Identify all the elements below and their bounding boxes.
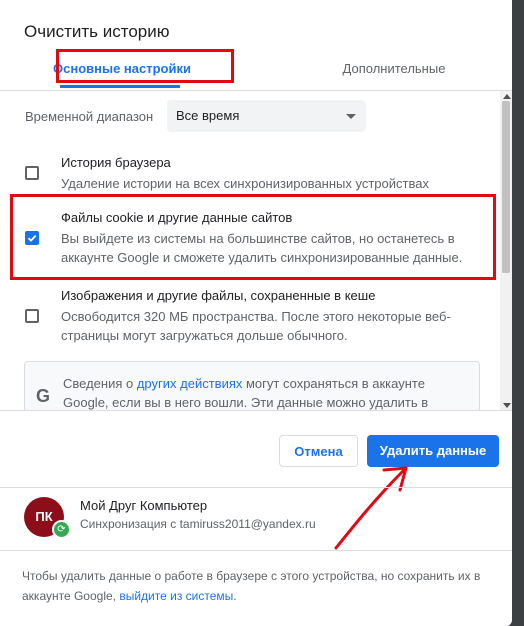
item-description: Освободится 320 МБ пространства. После э… [61, 309, 451, 343]
footer-note: Чтобы удалить данные о работе в браузере… [22, 569, 481, 603]
background-window [510, 0, 524, 626]
item-title: Изображения и другие файлы, сохраненные … [61, 288, 376, 303]
dropdown-caret-icon [346, 114, 356, 119]
other-activity-link[interactable]: других действиях [137, 376, 243, 391]
time-range-select[interactable]: Все время [167, 100, 366, 132]
scroll-thumb[interactable] [502, 101, 510, 273]
divider [0, 410, 512, 411]
clear-history-dialog: Очистить историю Основные настройки Допо… [0, 0, 512, 626]
highlight-frame-tab [56, 49, 234, 83]
active-tab-indicator [60, 85, 180, 88]
dialog-title: Очистить историю [24, 22, 170, 41]
scroll-up-arrow-icon[interactable] [503, 94, 511, 99]
tab-advanced[interactable]: Дополнительные [270, 50, 512, 90]
highlight-frame-cookies [10, 194, 496, 280]
notice-text: Сведения о других действиях могут сохран… [63, 376, 429, 410]
time-range-label: Временной диапазон [25, 109, 154, 124]
item-title: История браузера [61, 155, 171, 170]
google-activity-notice: G Сведения о других действиях могут сохр… [24, 361, 480, 411]
content-scrollbar[interactable] [500, 91, 512, 411]
red-arrow-annotation-icon [334, 466, 408, 550]
divider [0, 487, 512, 488]
time-range-value: Все время [176, 108, 240, 123]
sign-out-link[interactable]: выйдите из системы [119, 589, 233, 603]
checkbox-cache[interactable] [25, 309, 39, 323]
sync-icon: ⟳ [52, 520, 71, 539]
account-name: Мой Друг Компьютер [80, 498, 208, 513]
account-sync-status: Синхронизация с tamiruss2011@yandex.ru [80, 517, 316, 531]
checkbox-browser-history[interactable] [25, 166, 39, 180]
divider [0, 550, 512, 551]
settings-content: Временной диапазон Все время История бра… [0, 91, 500, 411]
scroll-down-arrow-icon[interactable] [503, 403, 511, 408]
item-description: Удаление истории на всех синхронизирован… [61, 176, 429, 191]
google-g-icon: G [36, 386, 51, 406]
